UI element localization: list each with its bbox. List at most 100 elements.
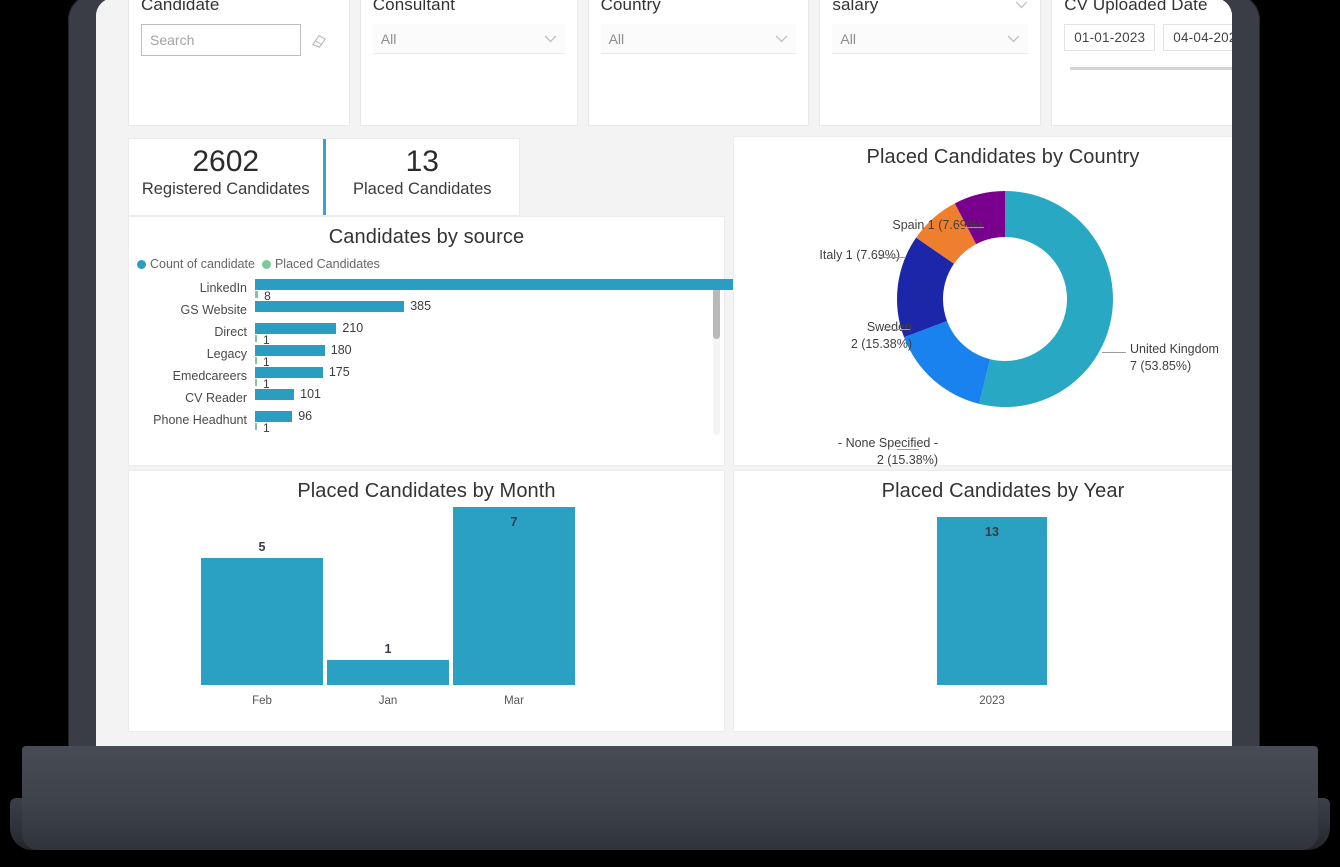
legend-color-dot: [261, 259, 271, 269]
bar-row[interactable]: Legacy 180 1: [129, 343, 724, 369]
chart-candidates-by-source[interactable]: Candidates by source Count of candidate P…: [128, 216, 799, 466]
kpi-placed-label: Placed Candidates: [352, 180, 492, 199]
bar-count-of-candidate[interactable]: [255, 389, 295, 400]
laptop-lid: Candidate Search Consultant All Country …: [68, 0, 1260, 756]
bar-count-of-candidate[interactable]: [255, 279, 765, 290]
legend-color-dot: [137, 259, 146, 269]
bar-count-of-candidate[interactable]: [255, 411, 293, 422]
plot-area-candidates-by-source: LinkedIn13168GS Website 385 Direct 210 1 Lega…: [129, 277, 799, 437]
salary-dropdown[interactable]: All: [832, 24, 1029, 54]
donut-svg: [897, 191, 1113, 407]
chevron-down-icon: [1007, 34, 1020, 42]
date-range-row: 01-01-2023 04-04-2023: [1064, 24, 1232, 51]
slicer-consultant[interactable]: Consultant All: [359, 0, 578, 126]
consultant-dropdown-value: All: [380, 30, 397, 47]
donut-label: Sweden 2 (15.38%): [850, 320, 912, 351]
legend-item[interactable]: Placed Candidates: [261, 257, 380, 271]
chevron-down-icon: [544, 34, 556, 42]
donut-leader-line: [884, 329, 910, 330]
kpi-registered-value: 2602: [192, 145, 260, 178]
bar-row[interactable]: Emedcareers 175 1: [129, 365, 724, 391]
donut-label: United Kingdom 7 (53.85%): [1130, 342, 1219, 373]
bar-value-label-placed: 1: [263, 421, 270, 435]
candidate-search-box[interactable]: [141, 24, 331, 56]
bar-value-label: 385: [410, 299, 432, 313]
bar-category-label: Emedcareers: [172, 369, 247, 383]
laptop-base: [22, 746, 1318, 850]
bar-value-label: 96: [298, 409, 313, 423]
bar-row[interactable]: LinkedIn13168: [129, 277, 799, 303]
chart-title-candidates-by-source: Candidates by source: [328, 226, 525, 248]
bar-placed-candidates[interactable]: [255, 423, 257, 430]
consultant-dropdown[interactable]: All: [372, 24, 565, 54]
chart-placed-candidates-by-month[interactable]: Placed Candidates by Month 5 Feb 1 Jan 7 Mar: [128, 470, 725, 732]
search-input[interactable]: [150, 32, 331, 48]
laptop-screen: Candidate Search Consultant All Country …: [96, 0, 1232, 748]
donut-label: Spain 1 (7.69%): [892, 218, 982, 232]
slicer-salary[interactable]: salary All: [819, 0, 1042, 126]
slicer-country-title: Country: [600, 0, 661, 14]
country-dropdown-value: All: [608, 30, 625, 47]
date-range-slider[interactable]: [1070, 67, 1232, 70]
bar-value-label: 180: [330, 343, 352, 357]
eraser-icon[interactable]: [310, 33, 328, 49]
column-value-label: 13: [985, 525, 999, 539]
bar-placed-candidates[interactable]: [255, 335, 257, 342]
dashboard-canvas: Candidate Search Consultant All Country …: [96, 0, 1232, 748]
bar-row[interactable]: Phone Headhunt 96 1: [129, 409, 724, 435]
filter-bar: Candidate Search Consultant All Country …: [128, 0, 1232, 126]
bar-row[interactable]: GS Website 385: [129, 299, 724, 323]
slicer-salary-title: salary: [832, 0, 879, 14]
plot-area-placed-by-month: 5 Feb 1 Jan 7 Mar: [129, 503, 724, 715]
donut-leader-line: [897, 449, 919, 450]
bar-count-of-candidate[interactable]: [255, 301, 405, 312]
bar-value-label: 210: [342, 321, 364, 335]
legend-item[interactable]: Count of candidate: [137, 257, 255, 271]
bar-category-label: Phone Headhunt: [153, 413, 247, 427]
slicer-country[interactable]: Country Country All: [587, 0, 810, 126]
column-category-label: Feb: [252, 695, 272, 707]
slicer-cv-date-title: CV Uploaded Date: [1064, 0, 1208, 14]
bar-category-label: LinkedIn: [199, 281, 247, 295]
date-end-field[interactable]: 04-04-2023: [1163, 24, 1232, 51]
bar-placed-candidates[interactable]: [255, 357, 257, 364]
donut-label: Italy 1 (7.69%): [819, 248, 900, 262]
slicer-consultant-title: Consultant: [372, 0, 456, 14]
country-dropdown[interactable]: All: [600, 24, 797, 54]
bar-value-label: 175: [328, 365, 350, 379]
bar-category-label: Direct: [214, 325, 247, 339]
chart-placed-candidates-by-country[interactable]: Placed Candidates by Country United King…: [733, 136, 1232, 467]
chart-placed-candidates-by-year[interactable]: Placed Candidates by Year 13 2023: [733, 470, 1232, 732]
bar-placed-candidates[interactable]: [255, 379, 257, 386]
donut-leader-line: [958, 227, 984, 228]
donut-leader-line: [1102, 352, 1126, 353]
column-bar[interactable]: [453, 507, 575, 685]
column-value-label: 1: [384, 641, 392, 656]
column-bar[interactable]: [201, 557, 323, 685]
kpi-registered-candidates[interactable]: 2602 Registered Candidates: [129, 139, 323, 215]
screenshot-stage: Candidate Search Consultant All Country …: [0, 0, 1340, 867]
chart-title-placed-by-country: Placed Candidates by Country: [866, 146, 1140, 168]
bar-placed-candidates[interactable]: [255, 291, 259, 298]
column-bar[interactable]: [327, 659, 449, 685]
legend-candidates-by-source: Count of candidate Placed Candidates: [129, 249, 724, 271]
slicer-candidate[interactable]: Candidate: [128, 0, 350, 126]
date-start-field[interactable]: 01-01-2023: [1064, 24, 1156, 51]
chevron-down-icon: [776, 34, 788, 42]
slicer-cv-uploaded-date[interactable]: CV Uploaded Date 01-01-2023 04-04-2023: [1051, 0, 1232, 126]
donut-slice-none-specified[interactable]: [904, 320, 991, 404]
kpi-card: 2602 Registered Candidates 13 Placed Can…: [128, 138, 520, 216]
chart-title-placed-by-month: Placed Candidates by Month: [297, 480, 556, 502]
column-category-label: Mar: [504, 695, 524, 707]
bar-value-label: 101: [300, 387, 321, 401]
bar-row[interactable]: CV Reader 101: [129, 387, 724, 411]
chevron-down-icon: [1015, 1, 1028, 9]
column-bar[interactable]: [937, 517, 1047, 685]
chart-title-placed-by-year: Placed Candidates by Year: [881, 480, 1125, 502]
column-value-label: 7: [510, 515, 518, 529]
kpi-placed-candidates[interactable]: 13 Placed Candidates: [322, 139, 520, 215]
column-value-label: 5: [258, 539, 266, 554]
bar-category-label: CV Reader: [185, 391, 247, 405]
legend-label: Placed Candidates: [274, 257, 380, 271]
bar-row[interactable]: Direct 210 1: [129, 321, 724, 347]
